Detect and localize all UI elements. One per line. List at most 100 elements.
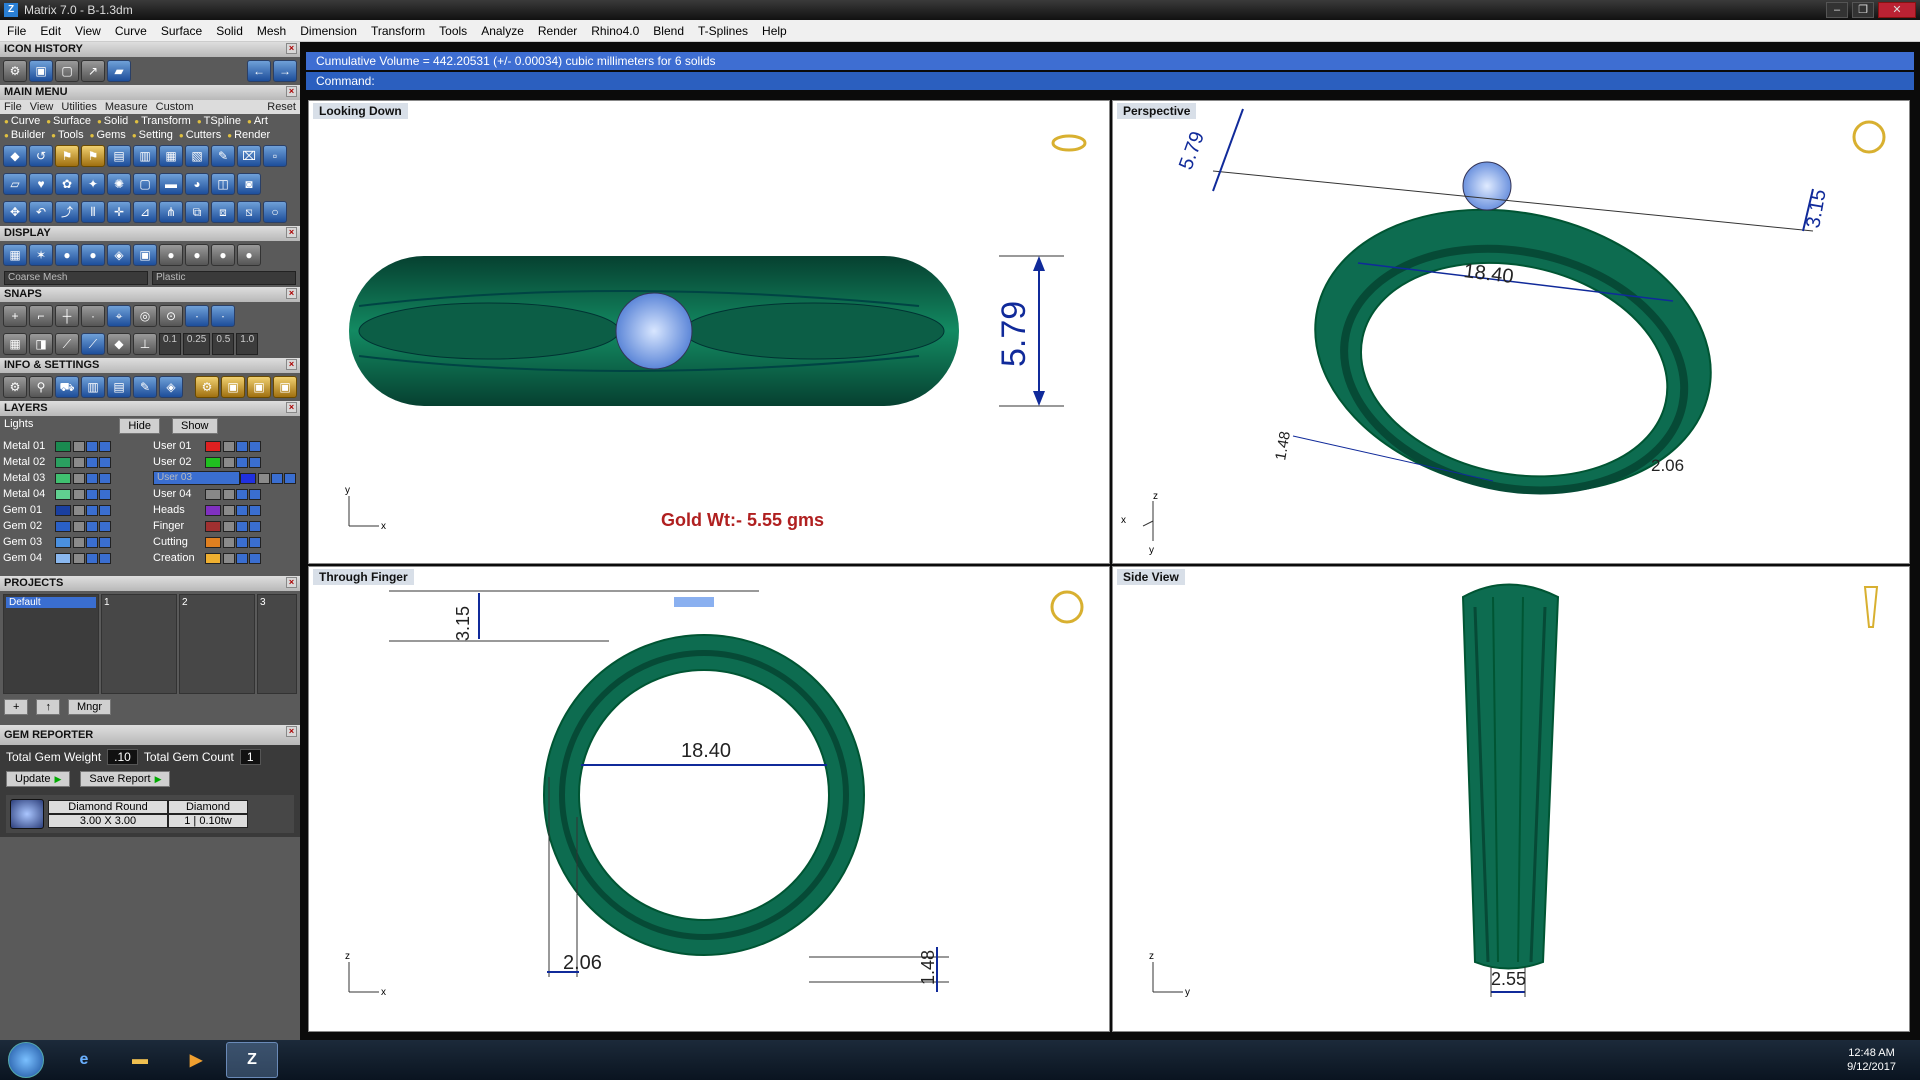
viewport-perspective[interactable]: 5.79 3.15 18.40 1.48 2.06 x y z Perspect…	[1112, 100, 1910, 564]
layer-toggle-icon[interactable]	[99, 440, 111, 452]
visibility-icon[interactable]	[236, 456, 248, 468]
layer-row[interactable]: User 03	[153, 470, 297, 486]
tool-icon[interactable]: ⋔	[159, 201, 183, 223]
close-icon[interactable]: ×	[286, 288, 297, 299]
layer-color-swatch[interactable]	[55, 552, 71, 564]
visibility-icon[interactable]	[236, 552, 248, 564]
material-icon[interactable]: ●	[211, 244, 235, 266]
menu-t-splines[interactable]: T-Splines	[691, 24, 755, 38]
visibility-icon[interactable]	[236, 520, 248, 532]
layer-row[interactable]: Gem 01	[3, 502, 147, 518]
tool-icon[interactable]: ⚑	[55, 145, 79, 167]
visibility-icon[interactable]	[86, 440, 98, 452]
snap-icon[interactable]: ⊥	[133, 333, 157, 355]
tool-icon[interactable]: ✎	[211, 145, 235, 167]
visibility-icon[interactable]	[236, 488, 248, 500]
visibility-icon[interactable]	[86, 504, 98, 516]
hide-button[interactable]: Hide	[119, 418, 160, 434]
visibility-icon[interactable]	[86, 552, 98, 564]
category-solid[interactable]: Solid	[97, 115, 128, 127]
info-icon[interactable]: ▣	[273, 376, 297, 398]
visibility-icon[interactable]	[236, 440, 248, 452]
lock-icon[interactable]	[223, 536, 235, 548]
layer-row[interactable]: User 04	[153, 486, 297, 502]
menu-rhino4-0[interactable]: Rhino4.0	[584, 24, 646, 38]
mesh-select[interactable]: Coarse Mesh	[4, 271, 148, 285]
minimize-button[interactable]: –	[1826, 2, 1848, 18]
tool-icon[interactable]: ⧉	[185, 201, 209, 223]
info-icon[interactable]: ▤	[107, 376, 131, 398]
layer-row[interactable]: Creation	[153, 550, 297, 566]
add-project-button[interactable]: +	[4, 699, 29, 715]
material-icon[interactable]: ●	[159, 244, 183, 266]
viewport-through-finger[interactable]: 3.15 18.40 2.06 1.48 x z Through Finger	[308, 566, 1110, 1032]
viewport-side-view[interactable]: 2.55 y z Side View	[1112, 566, 1910, 1032]
category-render[interactable]: Render	[227, 129, 270, 141]
sphere-icon[interactable]: ●	[55, 244, 79, 266]
layer-toggle-icon[interactable]	[284, 472, 296, 484]
visibility-icon[interactable]	[271, 472, 283, 484]
layer-toggle-icon[interactable]	[249, 552, 261, 564]
visibility-icon[interactable]	[236, 504, 248, 516]
layer-color-swatch[interactable]	[205, 456, 221, 468]
tool-icon[interactable]: ⧈	[211, 201, 235, 223]
menu-help[interactable]: Help	[755, 24, 794, 38]
maximize-button[interactable]: ❐	[1852, 2, 1874, 18]
snap-icon[interactable]: ⊙	[159, 305, 183, 327]
system-clock[interactable]: 12:48 AM 9/12/2017	[1847, 1046, 1896, 1074]
layer-toggle-icon[interactable]	[249, 456, 261, 468]
category-transform[interactable]: Transform	[134, 115, 191, 127]
menu-surface[interactable]: Surface	[154, 24, 209, 38]
command-line[interactable]: Command:	[306, 72, 1914, 90]
viewport-looking-down[interactable]: 5.79 Gold Wt:- 5.55 gms x y Looking Down	[308, 100, 1110, 564]
visibility-icon[interactable]	[86, 536, 98, 548]
tab-custom[interactable]: Custom	[156, 101, 194, 113]
visibility-icon[interactable]	[86, 488, 98, 500]
layer-color-swatch[interactable]	[205, 440, 221, 452]
update-button[interactable]: Update	[6, 771, 71, 787]
project-default-column[interactable]: Default	[3, 594, 99, 694]
layer-row[interactable]: Gem 03	[3, 534, 147, 550]
tool-icon[interactable]: ▦	[159, 145, 183, 167]
layer-toggle-icon[interactable]	[249, 536, 261, 548]
layer-color-swatch[interactable]	[55, 504, 71, 516]
layer-row[interactable]: Gem 04	[3, 550, 147, 566]
category-surface[interactable]: Surface	[46, 115, 91, 127]
menu-tools[interactable]: Tools	[432, 24, 474, 38]
history-icon-2[interactable]: ▣	[29, 60, 53, 82]
tool-icon[interactable]: ♥	[29, 173, 53, 195]
reset-button[interactable]: Reset	[267, 101, 296, 113]
lock-icon[interactable]	[223, 552, 235, 564]
layer-color-swatch[interactable]	[55, 520, 71, 532]
category-builder[interactable]: Builder	[4, 129, 45, 141]
visibility-icon[interactable]	[86, 520, 98, 532]
info-icon[interactable]: ▥	[81, 376, 105, 398]
layer-row[interactable]: User 02	[153, 454, 297, 470]
material-select[interactable]: Plastic	[152, 271, 296, 285]
settings-icon[interactable]: ⚙	[3, 376, 27, 398]
tool-icon[interactable]: ⧅	[237, 201, 261, 223]
visibility-icon[interactable]	[86, 472, 98, 484]
tab-view[interactable]: View	[30, 101, 54, 113]
file-explorer-icon[interactable]: ▬	[114, 1042, 166, 1078]
material-icon[interactable]: ●	[237, 244, 261, 266]
layer-row[interactable]: Metal 01	[3, 438, 147, 454]
layer-toggle-icon[interactable]	[249, 488, 261, 500]
tool-icon[interactable]: ✿	[55, 173, 79, 195]
menu-curve[interactable]: Curve	[108, 24, 154, 38]
info-icon[interactable]: ⚙	[195, 376, 219, 398]
project-column-2[interactable]: 2	[179, 594, 255, 694]
close-icon[interactable]: ×	[286, 359, 297, 370]
shaded-icon[interactable]: ✶	[29, 244, 53, 266]
tool-icon[interactable]: ◫	[211, 173, 235, 195]
render-icon[interactable]: ▣	[133, 244, 157, 266]
grid-icon[interactable]: ▦	[3, 333, 27, 355]
sphere-icon[interactable]: ●	[81, 244, 105, 266]
manager-button[interactable]: Mngr	[67, 699, 111, 715]
snap-icon[interactable]: ◎	[133, 305, 157, 327]
info-icon[interactable]: ▣	[221, 376, 245, 398]
layer-toggle-icon[interactable]	[99, 536, 111, 548]
lock-icon[interactable]	[258, 472, 270, 484]
snap-value[interactable]: 0.5	[212, 333, 235, 355]
lock-icon[interactable]	[73, 536, 85, 548]
